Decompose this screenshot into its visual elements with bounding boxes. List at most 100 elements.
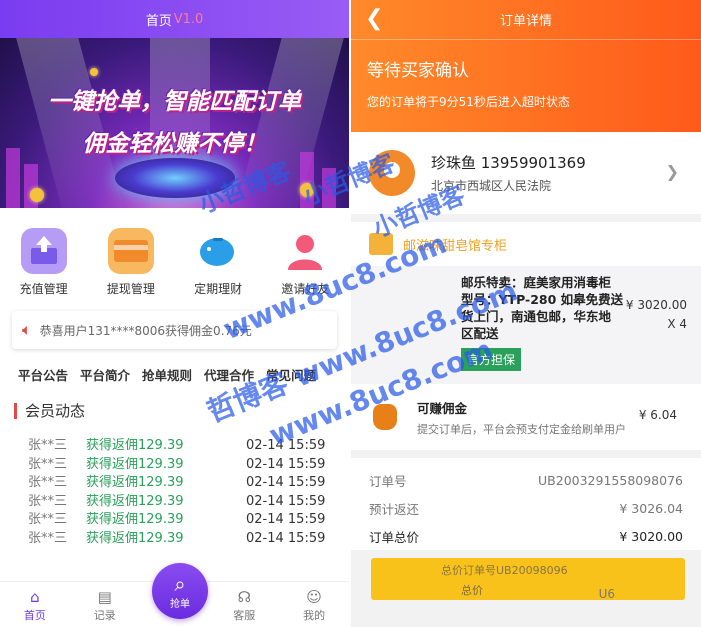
money-bag-icon (373, 404, 397, 430)
order-detail-screen: ❮ 订单详情 等待买家确认 您的订单将于9分51秒后进入超时状态 珍珠鱼 139… (351, 0, 701, 627)
feed-user: 张**三 (28, 456, 68, 472)
summary-label: 订单号 (369, 473, 407, 489)
commission-desc: 提交订单后，平台会预支付定金给刷单用户 (417, 422, 626, 436)
order-header: ❮ 订单详情 等待买家确认 您的订单将于9分51秒后进入超时状态 (351, 0, 701, 132)
quick-label: 充值管理 (19, 282, 68, 296)
quick-recharge[interactable]: 充值管理 (0, 228, 87, 297)
wallet-upload-icon (20, 228, 67, 274)
summary-rebate: 预计返还 ¥ 3026.04 (369, 494, 683, 522)
piggy-bank-icon (195, 228, 242, 274)
section-title-text: 会员动态 (25, 402, 86, 420)
recipient-name: 珍珠鱼 13959901369 (431, 154, 586, 172)
confirm-button[interactable]: 总价订单号UB20098096 总价 (371, 558, 685, 600)
feed-time: 02-14 15:59 (246, 438, 326, 453)
banner-subline: 佣金轻松赚不停！ (82, 130, 267, 157)
summary-value: ¥ 3026.04 (619, 500, 683, 516)
timeout-notice: 您的订单将于9分51秒后进入超时状态 (367, 95, 570, 109)
section-title: 会员动态 (14, 400, 335, 421)
address-card[interactable]: 珍珠鱼 13959901369 北京市西城区人民法院 ❯ (351, 132, 701, 214)
summary-total: 订单总价 ¥ 3020.00 (369, 522, 683, 550)
feed-user: 张**三 (28, 530, 68, 546)
quick-label: 提现管理 (106, 282, 155, 296)
tab-faq[interactable]: 常见问题 (266, 365, 316, 384)
feed-user: 张**三 (28, 475, 68, 490)
feed-user: 张**三 (28, 438, 68, 453)
notice-bar[interactable]: 🔈︎ 恭喜用户131****8006获得佣金0.76元 (12, 311, 337, 349)
user-invite-icon (282, 228, 329, 274)
summary-label: 预计返还 (369, 501, 420, 517)
quick-invite[interactable]: 邀请好友 (262, 228, 349, 297)
promo-banner[interactable]: 一键抢单，智能匹配订单 佣金轻松赚不停！ (0, 38, 349, 208)
guarantee-badge: 官方担保 (461, 348, 522, 371)
tab-mine[interactable]: ☺ 我的 (284, 587, 344, 623)
product-line: 货上门，南通包邮，华东地 (461, 309, 612, 324)
summary-order-no: 订单号 UB2003291558098076 (369, 466, 683, 494)
feed-user: 张**三 (28, 493, 68, 509)
quick-label: 定期理财 (194, 282, 243, 296)
list-item: 张**三 获得返佣129.39 02-14 15:59 (14, 493, 335, 512)
headset-icon: ☊ (237, 588, 251, 606)
tab-intro[interactable]: 平台简介 (80, 365, 130, 384)
feed-time: 02-14 15:59 (246, 512, 326, 527)
building-shape (322, 168, 336, 208)
tab-service-label: 客服 (233, 609, 256, 622)
list-item: 张**三 获得返佣129.39 02-14 15:59 (14, 474, 335, 493)
speaker-icon: 🔈︎ (22, 320, 32, 339)
version-label: V1.0 (173, 11, 204, 27)
quick-actions: 充值管理 提现管理 定期理财 邀请好友 (0, 208, 349, 303)
tab-announcement[interactable]: 平台公告 (18, 365, 68, 384)
product-description: 邮乐特卖：庭美家用消毒柜 型号：YTP-280 如皋免费送 货上门，南通包邮，华… (461, 274, 641, 342)
order-summary: 订单号 UB2003291558098076 预计返还 ¥ 3026.04 订单… (351, 458, 701, 550)
product-line: 型号：YTP-280 如皋免费送 (461, 292, 624, 307)
feed-time: 02-14 15:59 (246, 530, 326, 546)
ghost-text: 总价 (461, 584, 483, 597)
feed-time: 02-14 15:59 (246, 456, 326, 472)
title-accent (14, 402, 17, 419)
commission-value: ¥ 6.04 (638, 408, 677, 422)
info-tabs: 平台公告 平台简介 抢单规则 代理合作 常见问题 (0, 357, 349, 390)
commission-row: 可赚佣金 提交订单后，平台会预支付定金给刷单用户 ¥ 6.04 (351, 384, 701, 450)
shop-row[interactable]: 邮滋味甜皂馆专柜 (351, 222, 701, 266)
coin-icon (30, 188, 44, 202)
tab-service[interactable]: ☊ 客服 (214, 587, 274, 623)
recipient-address: 北京市西城区人民法院 (431, 179, 552, 193)
clipboard-icon: ▤ (97, 588, 112, 606)
summary-label: 订单总价 (369, 529, 420, 545)
card-icon (107, 228, 154, 274)
feed-gain: 获得返佣129.39 (86, 512, 184, 527)
screenshot-stage: 首页 V1.0 一键抢单，智能匹配订单 佣金轻松赚不停！ 充值管理 提现管理 定… (0, 0, 701, 627)
tab-rules[interactable]: 抢单规则 (142, 365, 192, 384)
chevron-right-icon: ❯ (665, 162, 679, 181)
tab-agency[interactable]: 代理合作 (204, 365, 254, 384)
building-shape (300, 152, 314, 208)
coin-icon (300, 183, 314, 197)
address-info: 珍珠鱼 13959901369 北京市西城区人民法院 (431, 152, 586, 194)
location-pin-icon (369, 150, 415, 196)
feed-time: 02-14 15:59 (246, 493, 326, 509)
search-icon: ⌕ (174, 572, 186, 596)
grab-order-button[interactable]: ⌕ 抢单 (152, 563, 208, 619)
tab-home[interactable]: ⌂ 首页 (5, 587, 65, 623)
back-arrow-icon[interactable]: ❮ (365, 6, 383, 31)
home-header: 首页 V1.0 (0, 0, 349, 38)
coin-icon (90, 68, 98, 76)
tab-records-label: 记录 (93, 609, 116, 622)
quick-finance[interactable]: 定期理财 (175, 228, 262, 297)
commission-info: 可赚佣金 提交订单后，平台会预支付定金给刷单用户 (417, 398, 626, 437)
page-title: 订单详情 (499, 14, 552, 29)
shop-name: 邮滋味甜皂馆专柜 (403, 238, 508, 254)
product-card[interactable]: 邮乐特卖：庭美家用消毒柜 型号：YTP-280 如皋免费送 货上门，南通包邮，华… (351, 266, 701, 384)
home-screen: 首页 V1.0 一键抢单，智能匹配订单 佣金轻松赚不停！ 充值管理 提现管理 定… (0, 0, 349, 627)
feed-gain: 获得返佣129.39 (86, 438, 184, 453)
tab-records[interactable]: ▤ 记录 (75, 587, 135, 623)
product-line: 邮乐特卖：庭美家用消毒柜 (461, 275, 612, 290)
feed-time: 02-14 15:59 (246, 475, 326, 490)
user-icon: ☺ (306, 588, 322, 606)
page-title: 首页 (145, 13, 172, 29)
feed-gain: 获得返佣129.39 (86, 530, 184, 546)
quick-withdraw[interactable]: 提现管理 (87, 228, 174, 297)
home-icon: ⌂ (30, 588, 40, 606)
shop-icon (369, 233, 393, 255)
tab-mine-label: 我的 (303, 609, 326, 622)
product-price: ¥ 3020.00 (625, 298, 687, 312)
